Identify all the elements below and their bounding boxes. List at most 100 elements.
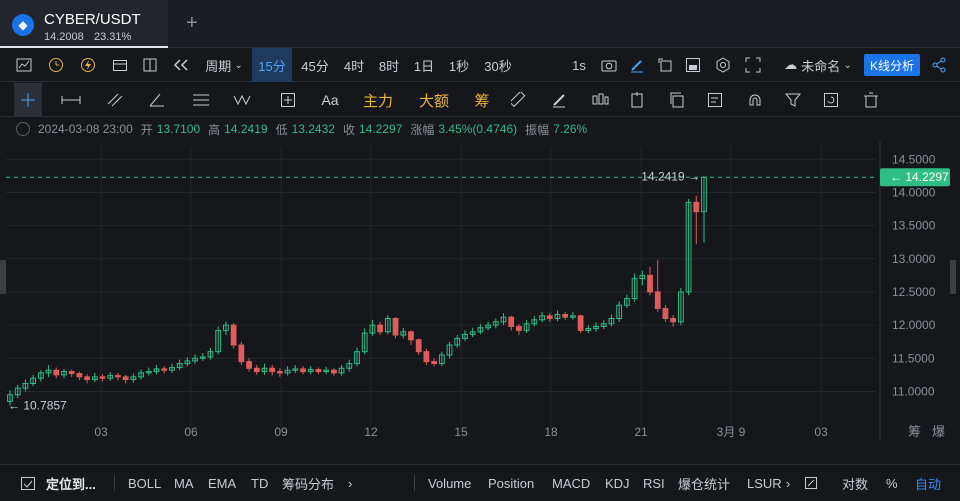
indicator-td[interactable]: TD <box>251 465 268 501</box>
pencil-icon[interactable] <box>626 48 648 82</box>
candle-body <box>562 314 569 318</box>
settings-icon[interactable] <box>712 48 734 82</box>
collapse-icon[interactable] <box>16 122 30 136</box>
interval-15m[interactable]: 15分 <box>252 48 292 82</box>
calendar-icon[interactable] <box>110 48 130 82</box>
lightning-icon[interactable] <box>78 48 98 82</box>
indicator-ma[interactable]: MA <box>174 465 194 501</box>
tab-price: 14.2008 <box>44 31 84 43</box>
indicator-liquidation[interactable]: 爆仓统计 <box>678 465 730 501</box>
layout-name-dropdown[interactable]: ☁ 未命名 ⌄ <box>778 48 858 82</box>
candlestick-chart[interactable]: 14.5000 14.0000 13.5000 13.0000 12.5000 12.00… <box>0 140 960 442</box>
high-label: 高 <box>208 122 221 137</box>
add-indicator-icon[interactable] <box>276 83 300 117</box>
bottom-indicator-bar: 定位到... BOLL MA EMA TD 筹码分布 › Volume Posi… <box>0 464 960 500</box>
indicator-rsi[interactable]: RSI <box>643 465 665 501</box>
indicator-kdj[interactable]: KDJ <box>605 465 630 501</box>
indicator-boll[interactable]: BOLL <box>128 465 161 501</box>
trash-icon[interactable] <box>860 83 882 117</box>
crosshair-icon[interactable] <box>14 83 42 117</box>
candle-body <box>115 375 121 378</box>
edit-note-icon[interactable] <box>704 83 726 117</box>
expand-icon[interactable] <box>654 48 676 82</box>
low-label: 低 <box>275 122 288 137</box>
candle-body <box>662 308 669 319</box>
percent-scale-toggle[interactable]: % <box>886 465 898 501</box>
indicator-volume[interactable]: Volume <box>428 465 471 501</box>
tab-bar: ◆ CYBER/USDT 14.2008 23.31% + <box>0 0 960 48</box>
share-icon[interactable] <box>928 48 950 82</box>
chip-button[interactable]: 筹 <box>470 83 494 117</box>
divider <box>414 475 415 491</box>
y-tick-label: 13.0000 <box>892 252 936 266</box>
clock-icon[interactable] <box>46 48 66 82</box>
indicator-ema[interactable]: EMA <box>208 465 236 501</box>
x-tick-label: 09 <box>274 425 288 439</box>
add-tab-button[interactable]: + <box>186 12 198 35</box>
candle-body <box>68 371 75 375</box>
horizontal-line-icon[interactable] <box>58 83 84 117</box>
layout-icon[interactable] <box>140 48 160 82</box>
ruler-icon[interactable] <box>508 83 530 117</box>
brush-icon[interactable] <box>548 83 570 117</box>
coin-logo-icon: ◆ <box>12 14 34 36</box>
chevron-right-icon[interactable]: › <box>348 465 352 501</box>
y-tick-label: 13.5000 <box>892 219 936 233</box>
copy-icon[interactable] <box>666 83 688 117</box>
interval-30s[interactable]: 30秒 <box>479 48 517 82</box>
candle-body <box>670 317 677 323</box>
large-order-button[interactable]: 大额 <box>414 83 454 117</box>
candle-body <box>246 361 252 369</box>
bookmark-icon[interactable] <box>626 83 648 117</box>
y-tick-label: 14.5000 <box>892 152 936 166</box>
change-value: 3.45%(0.4746) <box>438 122 518 136</box>
candle-type-icon[interactable] <box>588 83 612 117</box>
chevron-down-icon: ⌄ <box>234 59 243 71</box>
filter-icon[interactable] <box>782 83 804 117</box>
current-price-label: ← 14.2297 <box>890 170 949 184</box>
candle-body <box>276 371 283 374</box>
rewind-icon[interactable] <box>170 48 192 82</box>
period-dropdown[interactable]: 周期 ⌄ <box>200 48 248 82</box>
calendar-check-icon <box>21 477 35 490</box>
candle-body <box>53 369 60 376</box>
candle-body <box>415 339 422 353</box>
interval-45m[interactable]: 45分 <box>296 48 334 82</box>
main-force-button[interactable]: 主力 <box>358 83 398 117</box>
chevron-right-icon[interactable]: › <box>786 465 790 501</box>
auto-scale-toggle[interactable]: 自动 <box>915 465 941 501</box>
camera-icon[interactable] <box>598 48 620 82</box>
interval-1s[interactable]: 1秒 <box>443 48 475 82</box>
interval-1d[interactable]: 1日 <box>409 48 439 82</box>
edit-indicators-icon[interactable] <box>804 465 818 501</box>
tab-cyber-usdt[interactable]: ◆ CYBER/USDT 14.2008 23.31% <box>0 0 168 48</box>
screen-icon[interactable] <box>682 48 704 82</box>
indicator-chip-distribution[interactable]: 筹码分布 <box>282 465 334 501</box>
interval-8h[interactable]: 8时 <box>373 48 405 82</box>
fib-levels-icon[interactable] <box>188 83 214 117</box>
magnet-icon[interactable] <box>744 83 766 117</box>
indicator-lsur[interactable]: LSUR <box>747 465 782 501</box>
wave-icon[interactable] <box>230 83 258 117</box>
divider <box>114 475 115 491</box>
y-tick-label: 11.5000 <box>892 351 935 365</box>
log-scale-toggle[interactable]: 对数 <box>842 465 868 501</box>
candle-body <box>577 315 584 331</box>
indicator-macd[interactable]: MACD <box>552 465 590 501</box>
interval-4h[interactable]: 4时 <box>338 48 370 82</box>
amplitude-label: 振幅 <box>525 122 550 137</box>
indicator-position[interactable]: Position <box>488 465 534 501</box>
locate-button[interactable]: 定位到... <box>20 465 96 501</box>
y-tick-label: 14.0000 <box>892 185 936 199</box>
angle-icon[interactable] <box>144 83 170 117</box>
y-tick-label: 12.5000 <box>892 285 936 299</box>
close-value: 14.2297 <box>358 122 403 136</box>
line-chart-icon[interactable] <box>14 48 34 82</box>
refresh-icon[interactable] <box>820 83 842 117</box>
kline-analysis-button[interactable]: K线分析 <box>864 54 920 76</box>
one-second-toggle[interactable]: 1s <box>566 48 592 82</box>
text-tool[interactable]: Aa <box>316 83 344 117</box>
fullscreen-icon[interactable] <box>742 48 764 82</box>
parallel-channel-icon[interactable] <box>102 83 128 117</box>
scroll-right-handle <box>950 260 956 294</box>
